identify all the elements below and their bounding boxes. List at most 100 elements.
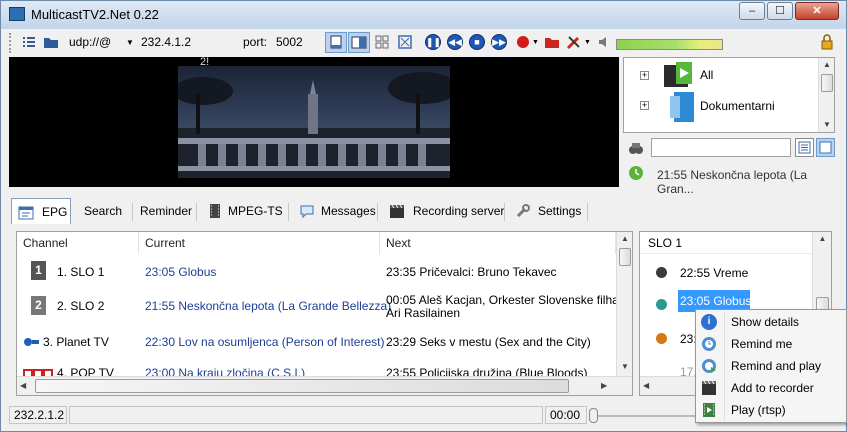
tree-scrollbar[interactable]: ▲ ▼: [818, 58, 834, 132]
maximize-button[interactable]: ☐: [767, 2, 793, 20]
channel-search-input[interactable]: [651, 138, 791, 157]
folder-icon[interactable]: [43, 34, 59, 50]
clapperboard-icon: [389, 203, 405, 219]
film-strip-icon: [207, 203, 223, 219]
menu-item-play-rtsp[interactable]: Play (rtsp): [696, 399, 846, 421]
menu-item-remind-and-play[interactable]: Remind and play: [696, 355, 846, 377]
schedule-scroll-up-icon[interactable]: ▲: [813, 234, 831, 243]
menu-item-label: Show details: [731, 315, 800, 329]
tab-settings[interactable]: Settings: [538, 198, 581, 224]
status-dot-icon: [656, 333, 667, 344]
messages-icon: [299, 203, 315, 219]
status-address: 232.2.1.2: [9, 406, 67, 424]
column-header-next[interactable]: Next: [380, 232, 616, 254]
status-dot-icon: [656, 267, 667, 278]
tree-scroll-down-icon[interactable]: ▼: [819, 120, 835, 129]
next-program: 23:29 Seks v mestu (Sex and the City): [386, 335, 591, 349]
planet-tv-logo-icon: [23, 336, 39, 346]
epg-scroll-thumb[interactable]: [619, 248, 631, 266]
record-icon[interactable]: [516, 34, 532, 50]
all-channels-icon: [664, 62, 694, 89]
tree-scroll-up-icon[interactable]: ▲: [819, 60, 835, 69]
tab-divider: [504, 203, 505, 221]
playback-time: 00:00: [545, 406, 587, 424]
tab-mpeg-ts[interactable]: MPEG-TS: [228, 198, 283, 224]
stop-icon[interactable]: ■: [469, 34, 485, 50]
window-title: MulticastTV2.Net 0.22: [31, 7, 159, 22]
slo1-logo-icon: 1: [31, 261, 46, 280]
table-row[interactable]: 1 1. SLO 1 23:05 Globus 23:35 Pričevalci…: [17, 255, 616, 284]
speaker-icon[interactable]: [596, 34, 612, 50]
channel-name: 2. SLO 2: [57, 299, 105, 313]
menu-item-label: Remind me: [731, 337, 793, 351]
seek-slider-thumb[interactable]: [589, 408, 598, 423]
tree-expander-all[interactable]: +: [640, 71, 649, 80]
protocol-dropdown-icon[interactable]: ▼: [126, 38, 134, 47]
film-icon: [701, 380, 717, 396]
reminder-play-icon: [701, 358, 717, 374]
reminder-icon: [701, 336, 717, 352]
column-header-current[interactable]: Current: [139, 232, 380, 254]
close-button[interactable]: ✕: [795, 2, 839, 20]
list-icon[interactable]: [21, 34, 37, 50]
tree-scroll-thumb[interactable]: [821, 74, 833, 92]
status-dot-icon: [656, 299, 667, 310]
epg-horizontal-scrollbar[interactable]: ◀ ▶: [17, 376, 632, 395]
table-row[interactable]: 4. POP TV 23:00 Na kraju zločina (C.S.I.…: [17, 358, 616, 380]
column-header-channel[interactable]: Channel: [17, 232, 139, 254]
schedule-item[interactable]: 22:55 Vreme: [680, 266, 748, 280]
info-icon: i: [701, 314, 717, 330]
tab-divider: [377, 203, 378, 221]
epg-scroll-up-icon[interactable]: ▲: [617, 234, 632, 243]
volume-meter[interactable]: [616, 39, 723, 50]
tree-expander-documentary[interactable]: +: [640, 101, 649, 110]
tab-recording-server[interactable]: Recording server: [413, 198, 504, 224]
record-dropdown-icon[interactable]: ▼: [532, 39, 539, 46]
tab-search[interactable]: Search: [84, 198, 122, 224]
menu-item-remind-me[interactable]: Remind me: [696, 333, 846, 355]
epg-scroll-left-icon[interactable]: ◀: [20, 381, 26, 390]
menu-item-add-to-recorder[interactable]: Add to recorder: [696, 377, 846, 399]
address-field[interactable]: 232.4.1.2: [141, 35, 191, 49]
port-label: port:: [243, 35, 268, 49]
icon-view-button[interactable]: [816, 138, 835, 157]
menu-item-show-details[interactable]: i Show details: [696, 311, 846, 333]
epg-hscroll-thumb[interactable]: [35, 379, 569, 393]
forward-icon[interactable]: ▶▶: [491, 34, 507, 50]
title-bar: MulticastTV2.Net 0.22 – ☐ ✕: [1, 1, 846, 29]
channel-name: 3. Planet TV: [43, 335, 109, 349]
grid-view-icon[interactable]: [374, 34, 390, 50]
pause-icon[interactable]: ❚❚: [425, 34, 441, 50]
current-program: 22:30 Lov na osumljenca (Person of Inter…: [145, 335, 385, 349]
tab-messages[interactable]: Messages: [321, 198, 376, 224]
next-program: 00:05 Aleš Kacjan, Orkester Slovenske fi…: [386, 293, 633, 307]
tree-item-all[interactable]: All: [700, 68, 713, 82]
tab-reminder[interactable]: Reminder: [140, 198, 192, 224]
tools-icon[interactable]: [566, 34, 582, 50]
context-menu: i Show details Remind me Remind and play…: [695, 309, 847, 423]
table-row[interactable]: 3. Planet TV 22:30 Lov na osumljenca (Pe…: [17, 326, 616, 355]
recordings-folder-icon[interactable]: [544, 34, 560, 50]
list-view-button[interactable]: [795, 138, 814, 157]
port-field[interactable]: 5002: [276, 35, 303, 49]
schedule-scroll-left-icon[interactable]: ◀: [643, 381, 649, 390]
tools-dropdown-icon[interactable]: ▼: [584, 39, 591, 46]
next-program: 23:35 Pričevalci: Bruno Tekavec: [386, 265, 557, 279]
table-row[interactable]: 2 2. SLO 2 21:55 Neskončna lepota (La Gr…: [17, 289, 632, 321]
minimize-button[interactable]: –: [739, 2, 765, 20]
rewind-icon[interactable]: ◀◀: [447, 34, 463, 50]
epg-vertical-scrollbar[interactable]: ▲ ▼: [616, 232, 632, 376]
protocol-select[interactable]: udp://@: [69, 35, 111, 49]
lock-icon[interactable]: [819, 34, 835, 50]
film-play-icon: [701, 402, 717, 418]
fullscreen-icon[interactable]: [397, 34, 413, 50]
epg-scroll-right-icon[interactable]: ▶: [601, 381, 607, 390]
channel-name: 1. SLO 1: [57, 265, 105, 279]
layout-single-button[interactable]: [325, 32, 347, 53]
epg-scroll-down-icon[interactable]: ▼: [617, 362, 632, 371]
binoculars-icon[interactable]: [628, 140, 644, 156]
current-program: 23:05 Globus: [145, 265, 217, 279]
tab-epg[interactable]: EPG: [11, 198, 71, 224]
layout-split-button[interactable]: [348, 32, 370, 53]
tree-item-documentary[interactable]: Dokumentarni: [700, 99, 775, 113]
